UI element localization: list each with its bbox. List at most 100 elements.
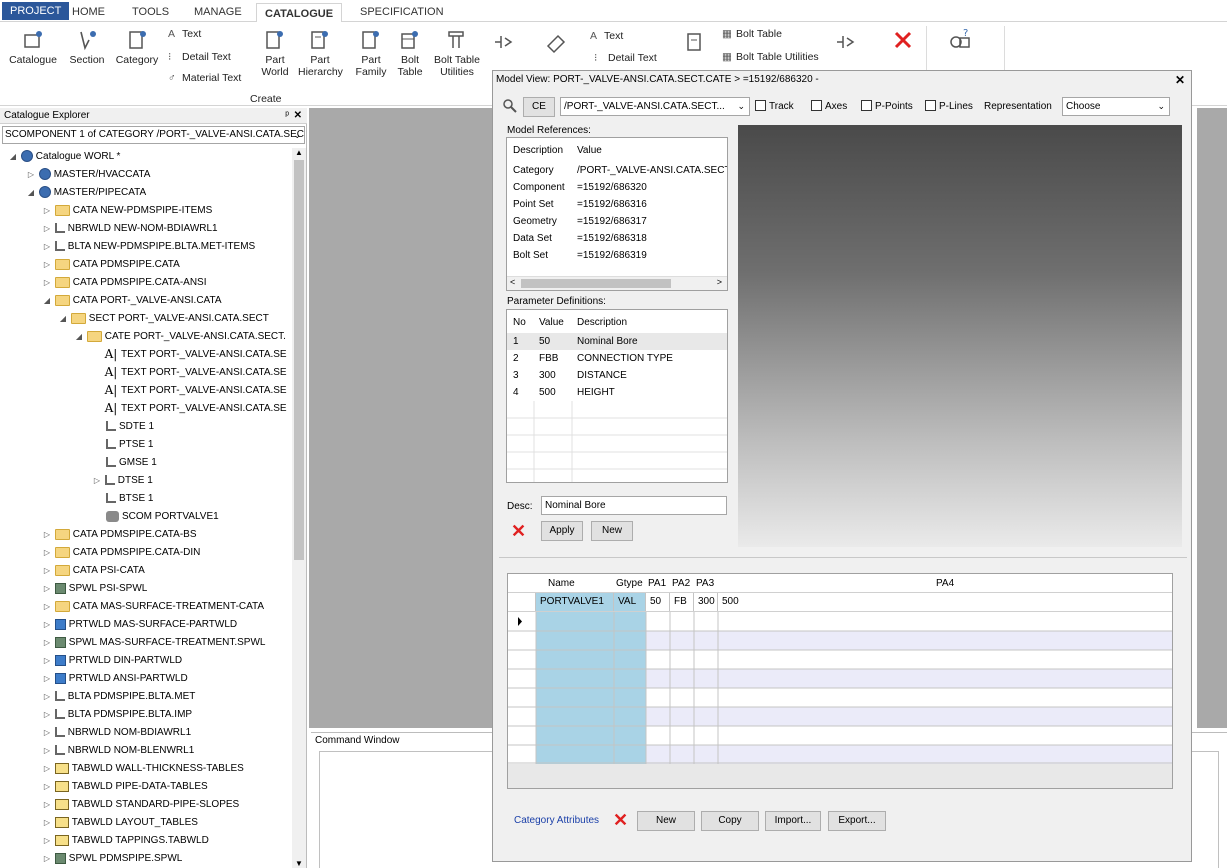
name-cell[interactable]: PORTVALVE1 bbox=[536, 593, 614, 611]
tree-node[interactable]: A| TEXT PORT-_VALVE-ANSI.CATA.SE bbox=[104, 400, 287, 418]
element-combo[interactable]: /PORT-_VALVE-ANSI.CATA.SECT... ⌄ bbox=[560, 97, 750, 116]
tab-specification[interactable]: SPECIFICATION bbox=[352, 2, 452, 22]
tree-node[interactable]: ▷ CATA PDMSPIPE.CATA bbox=[42, 256, 180, 274]
scroll-thumb[interactable] bbox=[521, 279, 671, 288]
bolt-table-button-2[interactable]: ▦ Bolt Table bbox=[722, 28, 782, 40]
tab-catalogue[interactable]: CATALOGUE bbox=[256, 3, 343, 23]
table-row[interactable]: 1 50 Nominal Bore bbox=[507, 333, 727, 350]
ppoints-checkbox[interactable]: P-Points bbox=[861, 100, 913, 113]
tree-node[interactable]: ▷ TABWLD STANDARD-PIPE-SLOPES bbox=[42, 796, 239, 814]
scroll-up-icon[interactable]: ▲ bbox=[292, 148, 306, 157]
tree-node[interactable]: ▷ CATA MAS-SURFACE-TREATMENT-CATA bbox=[42, 598, 264, 616]
table-row[interactable]: Geometry =15192/686317 bbox=[507, 213, 727, 230]
close-icon[interactable]: ✕ bbox=[1175, 71, 1185, 89]
tree-node[interactable]: ▷ SPWL MAS-SURFACE-TREATMENT.SPWL bbox=[42, 634, 265, 652]
new-button[interactable]: New bbox=[637, 811, 695, 831]
table-row[interactable]: Data Set =15192/686318 bbox=[507, 230, 727, 247]
tree-node[interactable]: ◢ CATA PORT-_VALVE-ANSI.CATA bbox=[42, 292, 222, 310]
tree-node[interactable]: GMSE 1 bbox=[106, 454, 157, 472]
scroll-down-icon[interactable]: ▼ bbox=[292, 859, 306, 868]
pa1-cell[interactable]: 50 bbox=[646, 593, 670, 611]
pa4-cell[interactable]: 500 bbox=[718, 593, 1172, 611]
scroll-thumb[interactable] bbox=[294, 160, 304, 560]
tree-node[interactable]: ◢ Catalogue WORL * bbox=[8, 148, 120, 166]
part-button[interactable] bbox=[680, 30, 710, 56]
horizontal-scrollbar[interactable]: < > bbox=[507, 276, 727, 290]
tree-node[interactable]: ▷ PRTWLD DIN-PARTWLD bbox=[42, 652, 182, 670]
tree-node[interactable]: ▷ TABWLD WALL-THICKNESS-TABLES bbox=[42, 760, 244, 778]
part-hierarchy-button[interactable]: Part Hierarchy bbox=[298, 28, 343, 78]
bolt-table-utilities-button-2[interactable]: ▦ Bolt Table Utilities bbox=[722, 51, 819, 63]
tree-node[interactable]: ▷ CATA PDMSPIPE.CATA-ANSI bbox=[42, 274, 207, 292]
tree-node[interactable]: PTSE 1 bbox=[106, 436, 153, 454]
tree-node[interactable]: ▷ BLTA PDMSPIPE.BLTA.IMP bbox=[42, 706, 192, 724]
part-family-button[interactable]: Part Family bbox=[354, 28, 388, 78]
tree-node[interactable]: ▷ PRTWLD ANSI-PARTWLD bbox=[42, 670, 188, 688]
copy-button[interactable]: Copy bbox=[701, 811, 759, 831]
detail-text-button[interactable]: ⁝ Detail Text bbox=[168, 51, 231, 63]
category-attributes-link[interactable]: Category Attributes bbox=[514, 815, 599, 826]
tree-node[interactable]: ▷ TABWLD LAYOUT_TABLES bbox=[42, 814, 198, 832]
tree-node[interactable]: ▷ NBRWLD NOM-BDIAWRL1 bbox=[42, 724, 191, 742]
geometry-button[interactable] bbox=[540, 30, 574, 56]
table-row[interactable]: 2 FBB CONNECTION TYPE bbox=[507, 350, 727, 367]
tree-node[interactable]: ◢ MASTER/PIPECATA bbox=[26, 184, 146, 202]
representation-combo[interactable]: Choose ⌄ bbox=[1062, 97, 1170, 116]
connector-button[interactable] bbox=[488, 30, 518, 56]
text-button-2[interactable]: A Text bbox=[590, 30, 623, 42]
detail-text-button-2[interactable]: ⁝ Detail Text bbox=[594, 52, 657, 64]
tree-node[interactable]: ▷ CATA PSI-CATA bbox=[42, 562, 145, 580]
table-row[interactable]: 4 500 HEIGHT bbox=[507, 384, 727, 401]
delete-icon[interactable]: ✕ bbox=[613, 811, 628, 829]
pa3-cell[interactable]: 300 bbox=[694, 593, 718, 611]
bolt-table-button[interactable]: Bolt Table bbox=[394, 28, 426, 78]
track-checkbox[interactable]: Track bbox=[755, 100, 794, 113]
tree-node[interactable]: ▷ CATA PDMSPIPE.CATA-BS bbox=[42, 526, 197, 544]
navigate-icon[interactable] bbox=[502, 98, 518, 114]
new-rows-grid[interactable] bbox=[508, 612, 1172, 764]
tree-node[interactable]: ◢ CATE PORT-_VALVE-ANSI.CATA.SECT. bbox=[74, 328, 286, 346]
gtype-cell[interactable]: VAL bbox=[614, 593, 646, 611]
tree-node[interactable]: A| TEXT PORT-_VALVE-ANSI.CATA.SE bbox=[104, 364, 287, 382]
3d-preview-viewport[interactable] bbox=[738, 125, 1182, 547]
scroll-left-icon[interactable]: < bbox=[510, 277, 515, 287]
catalogue-button[interactable]: Catalogue bbox=[6, 28, 60, 66]
tree-node[interactable]: ▷ TABWLD PIPE-DATA-TABLES bbox=[42, 778, 208, 796]
tree-node[interactable]: ▷ CATA NEW-PDMSPIPE-ITEMS bbox=[42, 202, 212, 220]
close-icon[interactable]: ✕ bbox=[294, 108, 302, 124]
axes-checkbox[interactable]: Axes bbox=[811, 100, 847, 113]
desc-input[interactable]: Nominal Bore bbox=[541, 496, 727, 515]
table-row[interactable]: Point Set =15192/686316 bbox=[507, 196, 727, 213]
tree-node[interactable]: ▷ SPWL PDMSPIPE.SPWL bbox=[42, 850, 182, 868]
bolt-table-utilities-button[interactable]: Bolt Table Utilities bbox=[432, 28, 482, 78]
tree-node[interactable]: BTSE 1 bbox=[106, 490, 153, 508]
tab-home[interactable]: HOME bbox=[64, 2, 113, 22]
explorer-scrollbar[interactable]: ▲ ▼ bbox=[292, 148, 306, 868]
tree-node[interactable]: ▷ NBRWLD NOM-BLENWRL1 bbox=[42, 742, 194, 760]
table-row[interactable]: 3 300 DISTANCE bbox=[507, 367, 727, 384]
delete-icon[interactable]: ✕ bbox=[511, 522, 526, 540]
table-row[interactable]: Category/PORT-_VALVE-ANSI.CATA.SECT bbox=[507, 162, 727, 179]
table-row[interactable]: Component =15192/686320 bbox=[507, 179, 727, 196]
part-world-button[interactable]: Part World bbox=[258, 28, 292, 78]
category-button[interactable]: Category bbox=[114, 28, 160, 66]
import-button[interactable]: Import... bbox=[765, 811, 821, 831]
tree-node[interactable]: ▷ BLTA NEW-PDMSPIPE.BLTA.MET-ITEMS bbox=[42, 238, 255, 256]
table-row[interactable]: PORTVALVE1 VAL 50 FB 300 500 bbox=[508, 593, 1172, 612]
tree-node[interactable]: ▷ CATA PDMSPIPE.CATA-DIN bbox=[42, 544, 200, 562]
tree-node[interactable]: A| TEXT PORT-_VALVE-ANSI.CATA.SE bbox=[104, 382, 287, 400]
tree-node[interactable]: ▷ BLTA PDMSPIPE.BLTA.MET bbox=[42, 688, 195, 706]
pin-icon[interactable]: ᵖ bbox=[285, 108, 289, 124]
apply-button[interactable]: Apply bbox=[541, 521, 583, 541]
scroll-right-icon[interactable]: > bbox=[717, 277, 722, 287]
delete-button[interactable] bbox=[888, 28, 918, 54]
connector-button-2[interactable] bbox=[830, 30, 860, 56]
text-button[interactable]: A Text bbox=[168, 28, 201, 40]
ce-button[interactable]: CE bbox=[523, 97, 555, 117]
tree-node[interactable]: ▷ SPWL PSI-SPWL bbox=[42, 580, 147, 598]
tree-node[interactable]: SDTE 1 bbox=[106, 418, 154, 436]
tab-manage[interactable]: MANAGE bbox=[186, 2, 250, 22]
material-text-button[interactable]: ♂ Material Text bbox=[168, 72, 241, 84]
tab-tools[interactable]: TOOLS bbox=[124, 2, 177, 22]
plines-checkbox[interactable]: P-Lines bbox=[925, 100, 973, 113]
